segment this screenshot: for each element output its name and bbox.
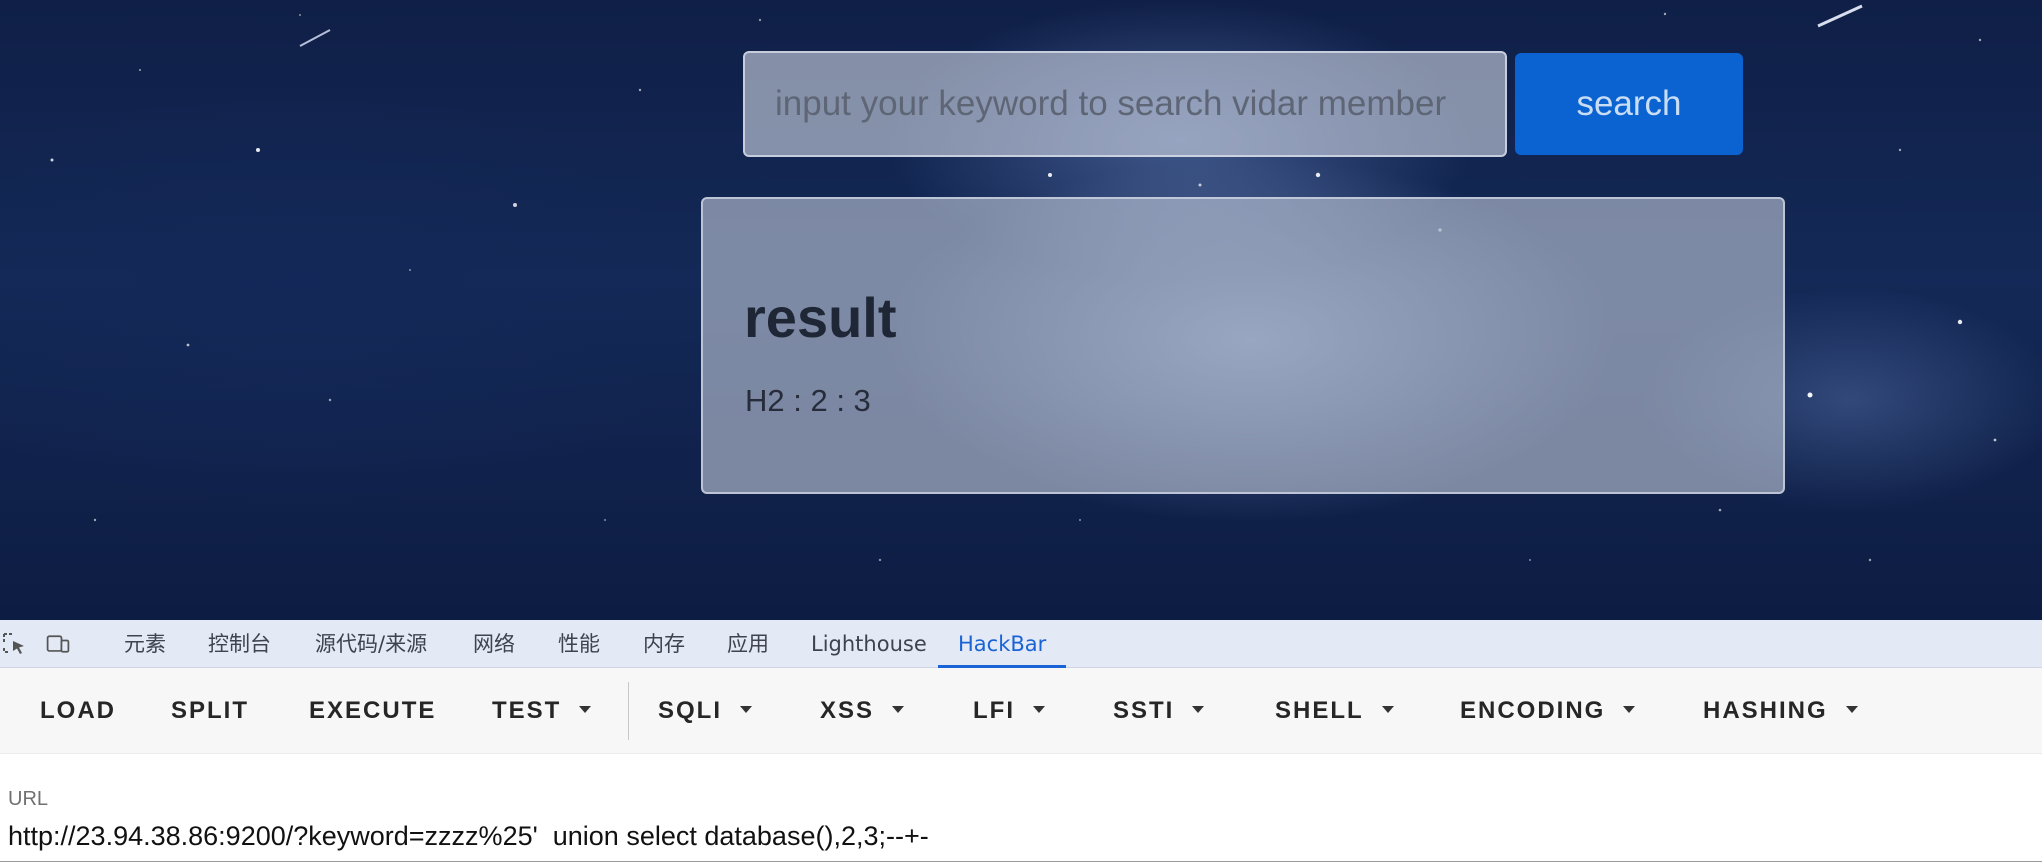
tab-performance[interactable]: 性能 [558, 620, 600, 668]
encoding-dropdown[interactable]: ENCODING [1460, 668, 1636, 754]
tab-application[interactable]: 应用 [727, 620, 769, 668]
result-text: H2 : 2 : 3 [745, 383, 871, 418]
hackbar-toolbar: LOAD SPLIT EXECUTE TEST SQLI XSS LFI SST… [0, 668, 2042, 754]
result-card: result H2 : 2 : 3 [701, 197, 1785, 494]
hashing-dropdown[interactable]: HASHING [1703, 668, 1858, 754]
url-label: URL [8, 788, 49, 810]
inspect-element-icon[interactable] [2, 632, 28, 656]
devtools-tabbar: 元素 控制台 源代码/来源 网络 性能 内存 应用 Lighthouse Hac… [0, 620, 2042, 668]
test-dropdown[interactable]: TEST [492, 668, 592, 754]
split-button[interactable]: SPLIT [171, 668, 249, 754]
chevron-down-icon [892, 706, 905, 714]
search-button[interactable]: search [1515, 53, 1743, 155]
search-input[interactable] [743, 51, 1507, 157]
devtools-panel: 元素 控制台 源代码/来源 网络 性能 内存 应用 Lighthouse Hac… [0, 620, 2042, 868]
lfi-dropdown[interactable]: LFI [973, 668, 1045, 754]
shell-dropdown[interactable]: SHELL [1275, 668, 1394, 754]
tab-network[interactable]: 网络 [473, 620, 515, 668]
chevron-down-icon [1845, 706, 1858, 714]
chevron-down-icon [1192, 706, 1205, 714]
tab-memory[interactable]: 内存 [643, 620, 685, 668]
ssti-dropdown[interactable]: SSTI [1113, 668, 1205, 754]
tab-console[interactable]: 控制台 [208, 620, 271, 668]
chevron-down-icon [579, 706, 592, 714]
url-field[interactable] [0, 812, 2042, 862]
load-button[interactable]: LOAD [40, 668, 116, 754]
chevron-down-icon [1381, 706, 1394, 714]
page-viewport: search result H2 : 2 : 3 [0, 0, 2042, 620]
chevron-down-icon [1033, 706, 1045, 714]
sqli-dropdown[interactable]: SQLI [658, 668, 753, 754]
execute-button[interactable]: EXECUTE [309, 668, 436, 754]
device-toolbar-icon[interactable] [45, 632, 71, 656]
result-title: result [744, 286, 897, 349]
toolbar-divider [628, 682, 629, 740]
tab-hackbar[interactable]: HackBar [937, 620, 1067, 668]
chevron-down-icon [1623, 706, 1636, 714]
tab-sources[interactable]: 源代码/来源 [315, 620, 427, 668]
xss-dropdown[interactable]: XSS [820, 668, 905, 754]
chevron-down-icon [740, 706, 753, 714]
tab-lighthouse[interactable]: Lighthouse [811, 620, 927, 668]
tab-elements[interactable]: 元素 [124, 620, 166, 668]
